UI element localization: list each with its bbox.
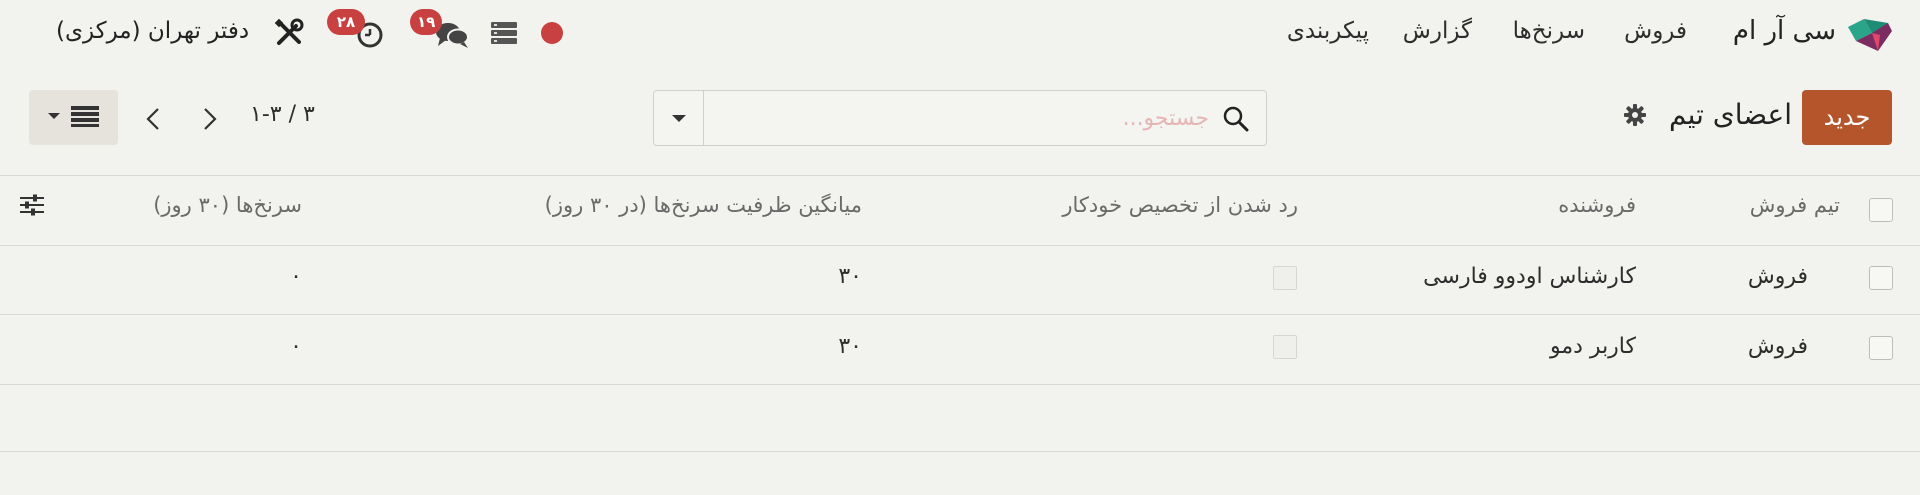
optional-columns-icon[interactable]	[18, 191, 46, 219]
row-checkbox[interactable]	[1869, 336, 1893, 360]
search-options-toggle[interactable]	[654, 91, 704, 145]
caret-down-icon	[672, 115, 686, 122]
cell-leads-count[interactable]: ۰	[290, 264, 302, 289]
pager-next-icon[interactable]	[197, 104, 221, 134]
list-view-icon	[71, 106, 99, 127]
cell-salesperson[interactable]: کارشناس اودوو فارسی	[1423, 264, 1636, 289]
menu-item-configuration[interactable]: پیکربندی	[1287, 18, 1369, 44]
search-input[interactable]	[709, 99, 1209, 137]
caret-down-icon	[48, 113, 60, 119]
cell-sales-team[interactable]: فروش	[1748, 264, 1808, 289]
new-button[interactable]: جدید	[1802, 90, 1892, 145]
debug-tools-icon[interactable]	[274, 18, 304, 48]
table-top-border	[0, 175, 1920, 176]
top-navbar: سی آر ام فروش سرنخ‌ها گزارش پیکربندی ۱۹ …	[0, 0, 1920, 66]
cell-avg-capacity[interactable]: ۳۰	[838, 264, 862, 289]
gear-icon[interactable]	[1624, 104, 1646, 126]
page-title: اعضای تیم	[1669, 98, 1792, 131]
skip-auto-assign-checkbox[interactable]	[1273, 335, 1297, 359]
server-icon[interactable]	[490, 21, 518, 45]
cell-salesperson[interactable]: کاربر دمو	[1550, 334, 1636, 359]
pager-previous-icon[interactable]	[142, 104, 166, 134]
search-bar	[653, 90, 1267, 146]
app-logo-icon[interactable]	[1848, 19, 1896, 53]
search-icon[interactable]	[1222, 105, 1250, 133]
column-header-leads-30-days[interactable]: سرنخ‌ها (۳۰ روز)	[153, 193, 302, 217]
cell-leads-count[interactable]: ۰	[290, 334, 302, 359]
column-header-sales-team[interactable]: تیم فروش	[1750, 193, 1840, 217]
column-header-salesperson[interactable]: فروشنده	[1558, 193, 1636, 217]
pager-value[interactable]: ۱-۳ / ۳	[250, 102, 315, 127]
cell-avg-capacity[interactable]: ۳۰	[838, 334, 862, 359]
menu-item-sales[interactable]: فروش	[1624, 18, 1687, 44]
menu-item-reporting[interactable]: گزارش	[1403, 18, 1472, 44]
activities-count-badge: ۲۸	[327, 9, 365, 35]
column-header-avg-lead-capacity[interactable]: میانگین ظرفیت سرنخ‌ها (در ۳۰ روز)	[545, 193, 862, 217]
company-switcher[interactable]: دفتر تهران (مرکزی)	[56, 18, 249, 44]
table-footer-border	[0, 451, 1920, 452]
header-bottom-border	[0, 245, 1920, 246]
row-checkbox[interactable]	[1869, 266, 1893, 290]
app-title[interactable]: سی آر ام	[1733, 16, 1836, 46]
row-divider	[0, 314, 1920, 315]
skip-auto-assign-checkbox[interactable]	[1273, 266, 1297, 290]
select-all-checkbox[interactable]	[1869, 198, 1893, 222]
column-header-skip-auto-assign[interactable]: رد شدن از تخصیص خودکار	[1062, 193, 1298, 217]
messages-count-badge: ۱۹	[410, 9, 443, 35]
cell-sales-team[interactable]: فروش	[1748, 334, 1808, 359]
row-divider	[0, 384, 1920, 385]
view-switcher-button[interactable]	[29, 90, 118, 145]
record-indicator-icon[interactable]	[541, 22, 563, 44]
menu-item-leads[interactable]: سرنخ‌ها	[1513, 18, 1585, 44]
